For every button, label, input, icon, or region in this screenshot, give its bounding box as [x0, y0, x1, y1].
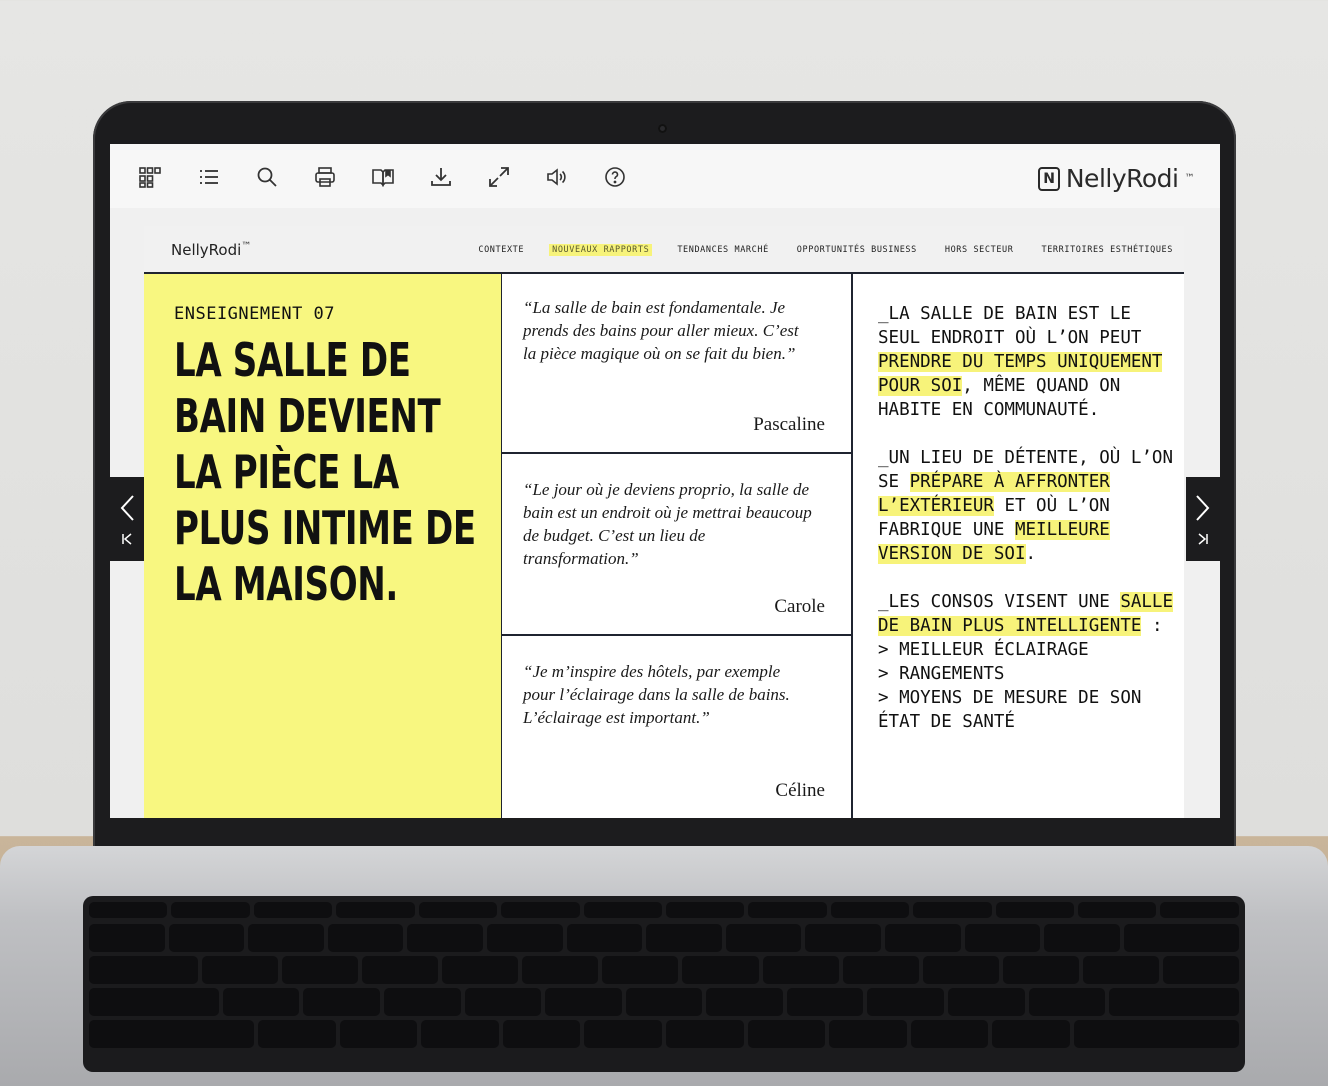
quote-card: “La salle de bain est fondamentale. Je p… [501, 274, 851, 454]
fullscreen-icon[interactable] [486, 164, 512, 190]
brand-mark-icon: N [1037, 166, 1060, 191]
brand-logo: N NellyRodi ™ [1037, 164, 1195, 193]
quote-card: “Je m’inspire des hôtels, par exemple po… [501, 638, 851, 818]
brand-tm: ™ [1184, 173, 1195, 184]
quote-text: “Le jour où je deviens proprio, la salle… [523, 480, 812, 568]
quote-author: Pascaline [753, 414, 825, 435]
nav-link-tendances-marche[interactable]: TENDANCES MARCHÉ [674, 244, 771, 256]
nav-link-contexte[interactable]: CONTEXTE [475, 244, 527, 256]
insight-list-item: > MOYENS DE MESURE DE SON ÉTAT DE SANTÉ [878, 688, 1142, 732]
help-icon[interactable] [602, 164, 628, 190]
screen: N NellyRodi ™ NellyRodi™ CONTEXTE NOUVEAU… [110, 144, 1220, 818]
quote-text: “La salle de bain est fondamentale. Je p… [523, 298, 799, 363]
insight-list-item: > MEILLEUR ÉCLAIRAGE [878, 640, 1089, 660]
download-icon[interactable] [428, 164, 454, 190]
nav-link-territoires-esthetiques[interactable]: TERRITOIRES ESTHÉTIQUES [1038, 244, 1176, 256]
quotes-column: “La salle de bain est fondamentale. Je p… [501, 274, 853, 818]
keyboard [83, 896, 1245, 1072]
page-logo-text: NellyRodi [171, 241, 242, 259]
book-icon[interactable] [370, 164, 396, 190]
chevron-left-icon [120, 495, 134, 521]
insight-paragraph: _UN LIEU DE DÉTENTE, OÙ L’ON SE PRÉPARE … [878, 446, 1178, 566]
audio-icon[interactable] [544, 164, 570, 190]
webcam [658, 124, 667, 133]
quote-author: Céline [775, 780, 825, 801]
first-page-icon[interactable] [121, 533, 133, 545]
quote-text: “Je m’inspire des hôtels, par exemple po… [523, 662, 790, 727]
brand-name: NellyRodi [1065, 164, 1179, 193]
last-page-icon[interactable] [1197, 533, 1209, 545]
insight-text: . [1025, 544, 1037, 564]
nav-link-opportunites-business[interactable]: OPPORTUNITÉS BUSINESS [794, 244, 920, 256]
insight-text: : [1141, 616, 1163, 636]
print-icon[interactable] [312, 164, 338, 190]
hero-panel: ENSEIGNEMENT 07 LA SALLE DE BAIN DEVIENT… [144, 274, 502, 818]
grid-icon[interactable] [137, 164, 163, 190]
nav-link-hors-secteur[interactable]: HORS SECTEUR [942, 244, 1017, 256]
previous-page-button[interactable] [110, 477, 144, 561]
page-logo-tm: ™ [241, 241, 252, 252]
insight-list-item: > RANGEMENTS [878, 664, 1005, 684]
list-icon[interactable] [196, 164, 222, 190]
insight-text: _LES CONSOS VISENT UNE [878, 592, 1121, 612]
insight-paragraph: _LA SALLE DE BAIN EST LE SEUL ENDROIT OÙ… [878, 302, 1178, 422]
next-page-button[interactable] [1186, 477, 1220, 561]
quote-card: “Le jour où je deviens proprio, la salle… [501, 456, 851, 636]
viewer-toolbar: N NellyRodi ™ [110, 144, 1220, 208]
quote-author: Carole [774, 596, 825, 617]
hero-kicker: ENSEIGNEMENT 07 [174, 304, 336, 324]
insight-paragraph: _LES CONSOS VISENT UNE SALLE DE BAIN PLU… [878, 590, 1178, 734]
page-logo[interactable]: NellyRodi™ [171, 241, 251, 259]
search-icon[interactable] [254, 164, 280, 190]
document-page: NellyRodi™ CONTEXTE NOUVEAUX RAPPORTS TE… [144, 226, 1184, 818]
chevron-right-icon [1196, 495, 1210, 521]
insights-column: _LA SALLE DE BAIN EST LE SEUL ENDROIT OÙ… [853, 274, 1184, 818]
nav-link-nouveaux-rapports[interactable]: NOUVEAUX RAPPORTS [549, 244, 653, 256]
insight-text: _LA SALLE DE BAIN EST LE SEUL ENDROIT OÙ… [878, 304, 1142, 348]
page-nav: NellyRodi™ CONTEXTE NOUVEAUX RAPPORTS TE… [144, 226, 1184, 274]
hero-title: LA SALLE DE BAIN DEVIENT LA PIÈCE LA PLU… [174, 333, 476, 611]
nav-links: CONTEXTE NOUVEAUX RAPPORTS TENDANCES MAR… [453, 244, 1176, 256]
